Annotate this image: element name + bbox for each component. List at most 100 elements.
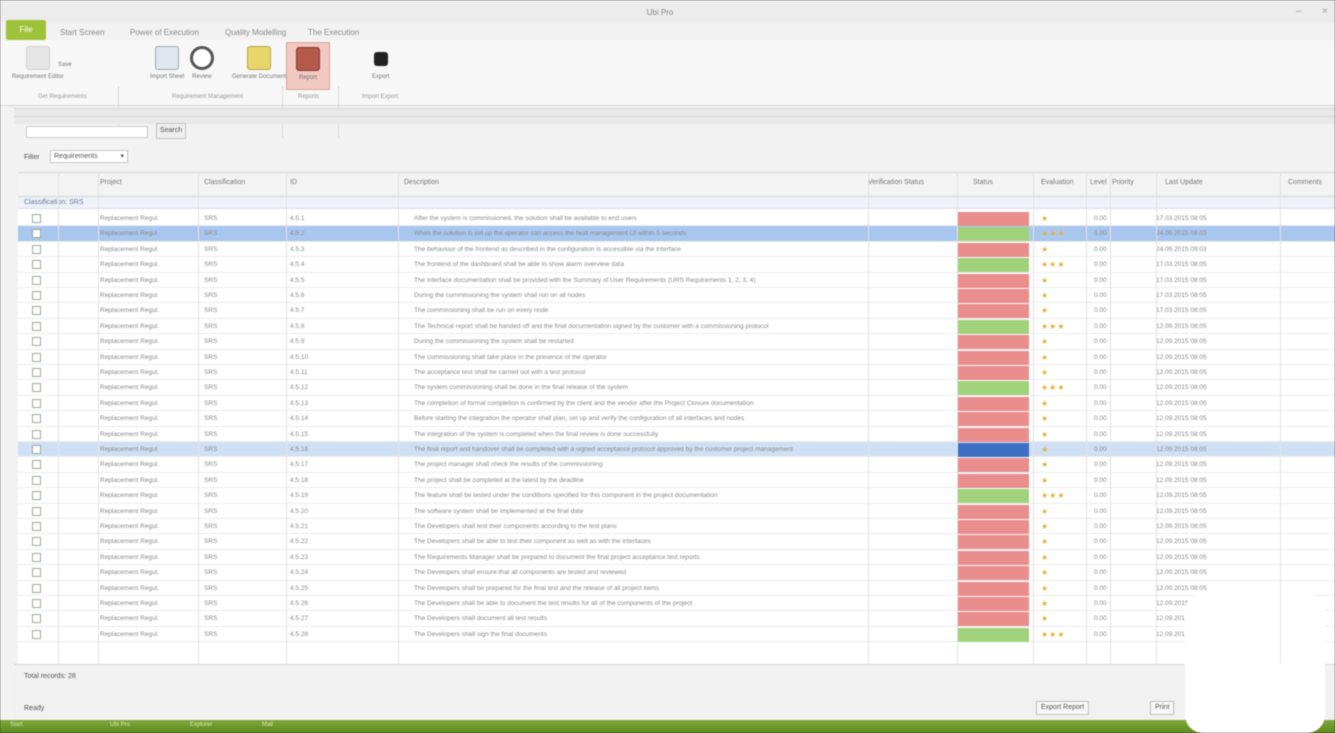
table-row[interactable]: Replacement Regul. SRS 4.5.12 The system co…: [18, 380, 1335, 396]
column-header-evaluation[interactable]: Evaluation: [1041, 179, 1074, 186]
table-row[interactable]: Replacement Regul. SRS 4.5.17 The project m…: [18, 457, 1335, 473]
ribbon: Requirement Editor Save Get Requirements…: [0, 40, 1335, 138]
taskbar-item[interactable]: Explorer: [190, 722, 212, 728]
cell-id: 4.5.16: [290, 446, 309, 453]
table-row[interactable]: Replacement Regul. SRS 4.5.18 The project s…: [18, 473, 1335, 489]
column-header-level[interactable]: Level: [1090, 179, 1107, 186]
column-header-project[interactable]: Project: [100, 179, 122, 186]
row-checkbox[interactable]: [32, 522, 41, 531]
table-row[interactable]: Replacement Regul. SRS 4.5.19 The feature s…: [18, 488, 1335, 504]
row-checkbox[interactable]: [32, 214, 41, 223]
table-row[interactable]: Replacement Regul. SRS 4.5.11 The acceptanc…: [18, 365, 1335, 381]
print-button[interactable]: Print: [1150, 701, 1175, 715]
column-header-last-update[interactable]: Last Update: [1165, 179, 1203, 186]
row-checkbox[interactable]: [32, 383, 41, 393]
minimize-icon[interactable]: –: [1296, 6, 1302, 17]
column-header-classification[interactable]: Classification: [204, 179, 245, 186]
column-header-status[interactable]: Status: [973, 179, 993, 186]
table-row[interactable]: Replacement Regul. SRS 4.5.22 The Developer…: [18, 534, 1335, 550]
row-checkbox[interactable]: [32, 368, 41, 377]
row-checkbox[interactable]: [32, 352, 41, 362]
close-icon[interactable]: ×: [1322, 6, 1328, 17]
column-divider: [957, 172, 958, 664]
generate-document-button[interactable]: Generate Document: [232, 46, 286, 80]
search-input[interactable]: [26, 126, 148, 138]
table-row[interactable]: Replacement Regul. SRS 4.5.15 The integrati…: [18, 427, 1335, 442]
table-row[interactable]: Replacement Regul. SRS 4.5.5 The interface …: [18, 273, 1335, 288]
row-checkbox[interactable]: [32, 275, 41, 285]
table-row[interactable]: Replacement Regul. SRS 4.5.28 The Developer…: [18, 627, 1335, 643]
row-checkbox[interactable]: [32, 491, 41, 501]
row-checkbox[interactable]: [32, 583, 41, 593]
tab-quality[interactable]: Quality Modelling: [225, 28, 286, 37]
row-checkbox[interactable]: [32, 568, 41, 578]
table-row[interactable]: Replacement Regul. SRS 4.5.23 The Requireme…: [18, 550, 1335, 566]
column-header-id[interactable]: ID: [290, 179, 297, 186]
cell-level: 0.00: [1094, 276, 1107, 284]
review-button[interactable]: Review: [190, 46, 214, 80]
status-badge: [957, 443, 1029, 457]
cell-description: The acceptance test shall be carried out…: [414, 369, 586, 376]
table-row[interactable]: Replacement Regul. SRS 4.5.21 The Developer…: [18, 519, 1335, 535]
column-header-comments[interactable]: Comments: [1288, 179, 1322, 186]
table-row[interactable]: Replacement Regul. SRS 4.5.6 During the com…: [18, 288, 1335, 304]
row-checkbox[interactable]: [32, 291, 41, 300]
table-row[interactable]: Replacement Regul. SRS 4.5.24 The Developer…: [18, 565, 1335, 581]
table-row[interactable]: Replacement Regul. SRS 4.5.7 The commission…: [18, 303, 1335, 319]
table-row[interactable]: Replacement Regul. SRS 4.5.14 Before starti…: [18, 411, 1335, 427]
row-checkbox[interactable]: [32, 337, 41, 347]
table-row[interactable]: Replacement Regul. SRS 4.5.4 The frontend o…: [18, 257, 1335, 273]
report-button[interactable]: Report: [286, 42, 330, 90]
tab-power[interactable]: Power of Execution: [130, 28, 199, 37]
table-row[interactable]: Replacement Regul. SRS 4.5.13 The completio…: [18, 396, 1335, 412]
row-checkbox[interactable]: [32, 414, 41, 424]
row-checkbox[interactable]: [32, 629, 41, 639]
taskbar-item[interactable]: Ubi Pro: [110, 722, 130, 728]
cell-id: 4.5.3: [290, 245, 305, 253]
table-row[interactable]: Replacement Regul. SRS 4.5.20 The software …: [18, 504, 1335, 519]
row-checkbox[interactable]: [32, 244, 41, 254]
requirement-editor-button[interactable]: Requirement Editor: [12, 46, 64, 80]
column-header-verification[interactable]: Verification Status: [868, 179, 924, 186]
export-button[interactable]: Export: [372, 46, 389, 80]
row-checkbox[interactable]: [32, 552, 41, 562]
table-row[interactable]: Replacement Regul. SRS 4.5.25 The Developer…: [18, 581, 1335, 596]
row-checkbox[interactable]: [32, 321, 41, 331]
tab-execution[interactable]: The Execution: [308, 28, 359, 37]
row-checkbox[interactable]: [32, 229, 41, 239]
table-row[interactable]: Replacement Regul. SRS 4.5.8 The Technical …: [18, 319, 1335, 335]
save-button[interactable]: Save: [58, 58, 72, 68]
table-row[interactable]: Replacement Regul. SRS 4.5.3 The behaviour …: [18, 242, 1335, 258]
taskbar-start[interactable]: Start: [10, 722, 23, 728]
column-header-description[interactable]: Description: [404, 179, 439, 186]
column-header-priority[interactable]: Priority: [1112, 179, 1134, 186]
row-checkbox[interactable]: [32, 599, 41, 608]
row-checkbox[interactable]: [32, 506, 41, 516]
table-row[interactable]: Replacement Regul. SRS 4.5.26 The Developer…: [18, 596, 1335, 612]
row-checkbox[interactable]: [32, 260, 41, 270]
filter-select[interactable]: Requirements ▾: [50, 150, 128, 163]
file-tab[interactable]: File: [6, 20, 46, 40]
column-divider: [198, 172, 199, 664]
row-checkbox[interactable]: [32, 475, 41, 485]
taskbar-item[interactable]: Mail: [262, 722, 273, 728]
table-row[interactable]: Replacement Regul. SRS 4.5.9 During the com…: [18, 334, 1335, 350]
row-checkbox[interactable]: [32, 537, 41, 547]
row-checkbox[interactable]: [32, 445, 41, 454]
search-button[interactable]: Search: [156, 123, 186, 139]
export-report-button[interactable]: Export Report: [1036, 701, 1090, 715]
table-row[interactable]: Replacement Regul. SRS 4.5.10 The commissio…: [18, 350, 1335, 365]
table-row[interactable]: Replacement Regul. SRS 4.5.27 The Developer…: [18, 611, 1335, 627]
table-row[interactable]: Replacement Regul. SRS 4.5.1 After the syst…: [18, 211, 1335, 227]
row-checkbox[interactable]: [32, 614, 41, 624]
row-checkbox[interactable]: [32, 306, 41, 316]
import-sheet-button[interactable]: Import Sheet: [150, 46, 184, 80]
cell-description: The feature shall be tested under the co…: [414, 492, 718, 500]
table-row[interactable]: Replacement Regul. SRS 4.5.16 The final rep…: [18, 442, 1335, 458]
table-row[interactable]: Replacement Regul. SRS 4.5.2 When the solut…: [18, 226, 1335, 242]
row-checkbox[interactable]: [32, 460, 41, 470]
group-header-row[interactable]: Classification: SRS: [18, 197, 1335, 209]
row-checkbox[interactable]: [32, 398, 41, 408]
tab-start[interactable]: Start Screen: [60, 28, 104, 37]
row-checkbox[interactable]: [32, 429, 41, 439]
